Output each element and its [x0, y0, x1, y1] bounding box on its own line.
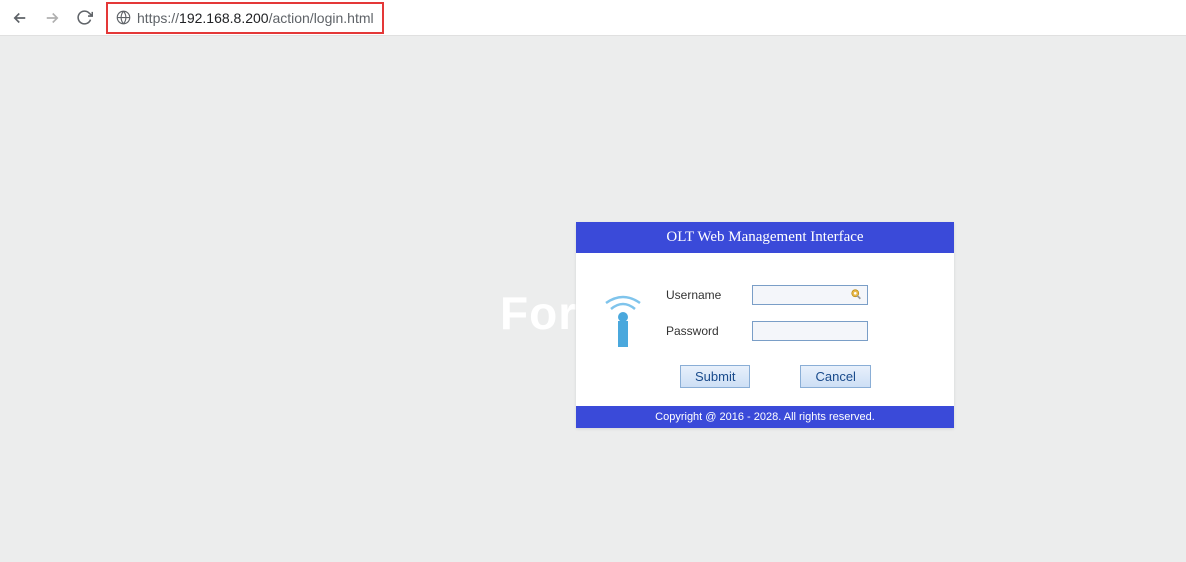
button-row: Submit Cancel [680, 365, 934, 388]
url-path: /action/login.html [269, 10, 374, 26]
username-label: Username [666, 288, 752, 302]
password-label: Password [666, 324, 752, 338]
reload-button[interactable] [74, 8, 94, 28]
globe-icon [116, 10, 131, 25]
username-row: Username [666, 285, 934, 305]
login-panel: OLT Web Management Interface Username [576, 222, 954, 428]
submit-button[interactable]: Submit [680, 365, 750, 388]
panel-logo [596, 285, 650, 388]
address-bar-highlight: https://192.168.8.200/action/login.html [106, 2, 384, 34]
browser-toolbar: https://192.168.8.200/action/login.html [0, 0, 1186, 36]
url-scheme: https:// [137, 10, 179, 26]
forward-button[interactable] [42, 8, 62, 28]
panel-footer: Copyright @ 2016 - 2028. All rights rese… [576, 406, 954, 428]
watermark-text-left: For [500, 286, 577, 340]
keychain-icon [850, 288, 864, 307]
password-row: Password [666, 321, 934, 341]
cancel-button[interactable]: Cancel [800, 365, 870, 388]
page-content: For SP OLT Web Management Interface [0, 36, 1186, 562]
back-button[interactable] [10, 8, 30, 28]
address-bar-url[interactable]: https://192.168.8.200/action/login.html [137, 10, 374, 26]
panel-title: OLT Web Management Interface [576, 222, 954, 253]
panel-body: Username Password [576, 253, 954, 406]
login-form: Username Password [666, 285, 934, 388]
url-host: 192.168.8.200 [179, 10, 269, 26]
password-input[interactable] [752, 321, 868, 341]
